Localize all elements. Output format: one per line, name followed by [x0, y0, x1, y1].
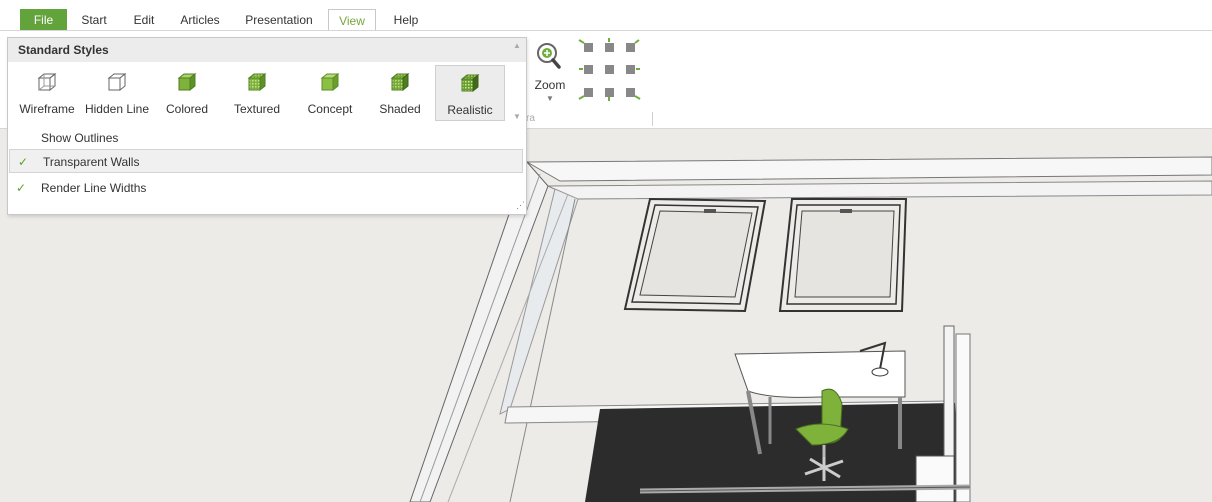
style-label: Wireframe: [19, 102, 75, 116]
tab-presentation[interactable]: Presentation: [236, 9, 322, 31]
standard-styles-header: Standard Styles: [8, 38, 526, 62]
style-textured[interactable]: Textured: [226, 65, 288, 121]
option-label: Transparent Walls: [43, 155, 140, 169]
scroll-up-icon[interactable]: ▲: [513, 41, 521, 50]
zoom-button[interactable]: Zoom ▼: [530, 40, 570, 104]
style-colored[interactable]: Colored: [158, 65, 216, 121]
tab-edit[interactable]: Edit: [125, 9, 163, 31]
option-transparent-walls[interactable]: ✓ Transparent Walls: [9, 149, 523, 173]
option-show-outlines[interactable]: Show Outlines: [8, 126, 524, 150]
camera-back-right-icon[interactable]: [626, 39, 640, 52]
checkmark-icon: ✓: [16, 181, 27, 195]
style-hidden-line[interactable]: Hidden Line: [82, 65, 152, 121]
cabinet: [915, 455, 955, 502]
shaded-cube-icon: [390, 72, 410, 92]
tab-view[interactable]: View: [328, 9, 376, 32]
camera-right-icon[interactable]: [626, 65, 640, 74]
option-label: Render Line Widths: [41, 181, 147, 195]
realistic-cube-icon: [460, 73, 480, 93]
tab-file[interactable]: File: [20, 9, 67, 31]
style-label: Textured: [233, 102, 281, 116]
zoom-magnifier-icon: [537, 43, 561, 69]
concept-cube-icon: [320, 72, 340, 92]
menu-bar: File Start Edit Articles Presentation Vi…: [0, 0, 1212, 32]
style-label: Realistic: [447, 103, 493, 117]
camera-front-icon[interactable]: [605, 88, 614, 101]
option-label: Show Outlines: [41, 131, 119, 145]
style-shaded[interactable]: Shaded: [370, 65, 430, 121]
style-label: Colored: [165, 102, 209, 116]
camera-front-right-icon[interactable]: [626, 88, 641, 100]
camera-front-left-icon[interactable]: [578, 88, 593, 100]
tab-articles[interactable]: Articles: [172, 9, 228, 31]
scroll-down-icon[interactable]: ▼: [513, 112, 521, 121]
back-wall-ledge: [547, 180, 1212, 200]
hidden-line-cube-icon: [107, 72, 127, 92]
style-label: Shaded: [379, 102, 421, 116]
window-left: [623, 197, 767, 313]
style-concept[interactable]: Concept: [298, 65, 362, 121]
render-style-dropdown: Standard Styles ▲ ▼ Wireframe Hidden Lin…: [7, 37, 527, 215]
zoom-dropdown-caret-icon: ▼: [546, 94, 554, 103]
textured-cube-icon: [247, 72, 267, 92]
camera-view-grid: [578, 38, 641, 101]
style-wireframe[interactable]: Wireframe: [14, 65, 80, 121]
ribbon-group-label: ra: [526, 113, 535, 124]
ribbon-group-separator: [652, 112, 653, 126]
checkmark-icon: ✓: [18, 155, 29, 169]
camera-back-left-icon[interactable]: [578, 39, 593, 52]
wireframe-cube-icon: [37, 72, 57, 92]
resize-grip-icon[interactable]: ⋰: [516, 200, 525, 211]
back-wall-top: [525, 156, 1212, 182]
tab-help[interactable]: Help: [386, 9, 426, 31]
camera-top-icon[interactable]: [605, 65, 614, 74]
style-realistic[interactable]: Realistic: [435, 65, 505, 121]
camera-back-icon[interactable]: [605, 38, 614, 52]
camera-left-icon[interactable]: [579, 65, 593, 74]
colored-cube-icon: [177, 72, 197, 92]
window-right: [778, 198, 908, 312]
zoom-label: Zoom: [534, 78, 566, 92]
option-render-line-widths[interactable]: ✓ Render Line Widths: [8, 176, 524, 200]
style-label: Hidden Line: [84, 102, 150, 116]
tab-start[interactable]: Start: [77, 9, 111, 31]
style-label: Concept: [307, 102, 353, 116]
